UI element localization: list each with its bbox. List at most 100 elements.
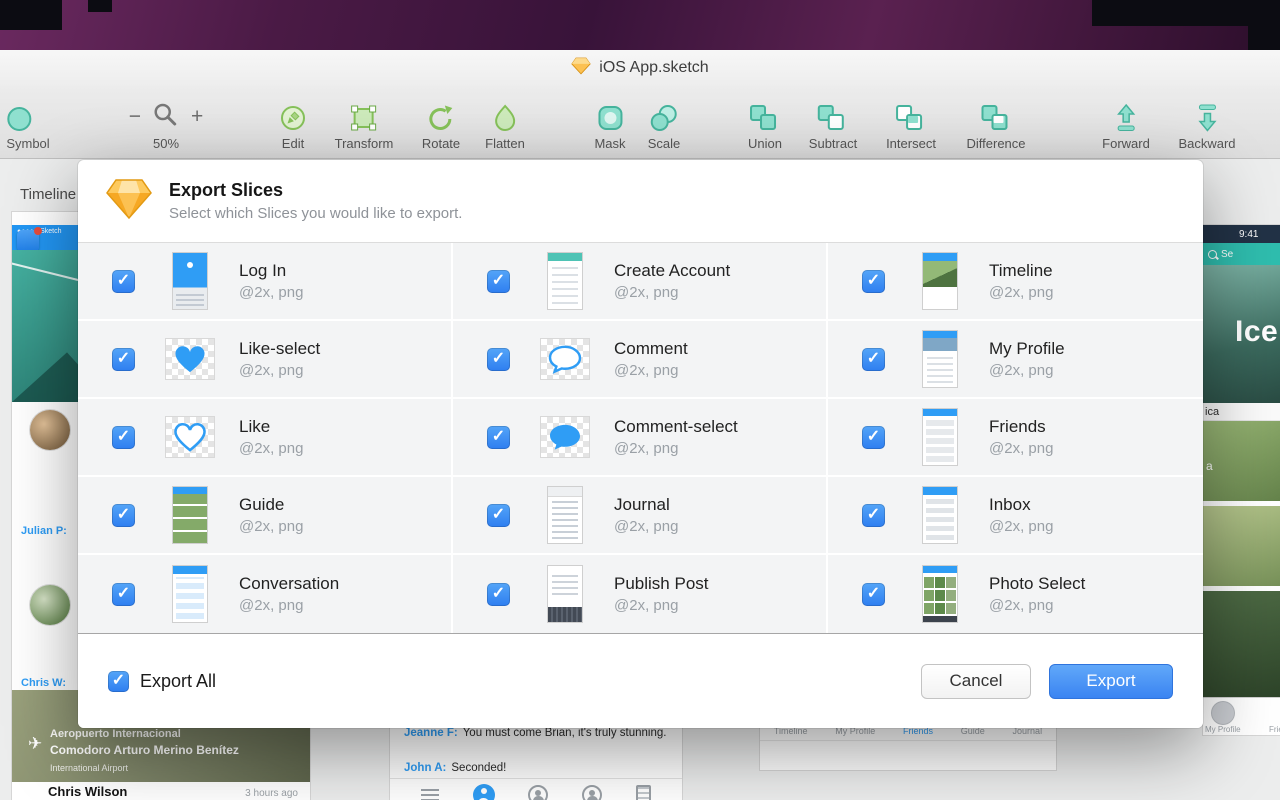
slice-checkbox[interactable] [862, 347, 885, 371]
slice-name: Log In [239, 261, 287, 280]
toolbar-forward-button[interactable]: Forward [1102, 97, 1150, 151]
menu-icon [420, 788, 439, 800]
heart-outline-thumbnail [161, 417, 219, 457]
slice-checkbox[interactable] [862, 582, 885, 606]
slice-cell-comment[interactable]: Comment @2x, png [453, 321, 828, 399]
toolbar-symbol-button[interactable]: Symbol [6, 97, 50, 151]
artboard-title-timeline[interactable]: Timeline [20, 186, 76, 203]
slice-cell-conversation[interactable]: Conversation @2x, png [78, 555, 453, 633]
mock-photo [1203, 591, 1280, 697]
slice-cell-comment-select[interactable]: Comment-select @2x, png [453, 399, 828, 477]
scale-icon [648, 97, 681, 133]
slice-checkbox[interactable] [487, 425, 510, 449]
export-all-toggle[interactable]: Export All [108, 670, 903, 692]
slice-cell-timeline[interactable]: Timeline @2x, png [828, 243, 1203, 321]
slice-meta: @2x, png [239, 518, 304, 535]
slice-checkbox[interactable] [112, 347, 135, 371]
mock-photo: a [1203, 421, 1280, 501]
export-all-label: Export All [140, 670, 217, 691]
slice-cell-publish-post[interactable]: Publish Post @2x, png [453, 555, 828, 633]
slice-name: Like [239, 417, 271, 436]
slice-checkbox[interactable] [112, 503, 135, 527]
toolbar-flatten-button[interactable]: Flatten [485, 97, 525, 151]
dialog-header: Export Slices Select which Slices you wo… [78, 160, 1203, 243]
slice-name: My Profile [989, 339, 1065, 358]
comment-outline-thumbnail [536, 339, 594, 379]
subtract-icon [809, 97, 857, 133]
toolbar-scale-button[interactable]: Scale [648, 97, 681, 151]
toolbar-subtract-button[interactable]: Subtract [809, 97, 857, 151]
slice-checkbox[interactable] [862, 269, 885, 293]
conversation-thumbnail [161, 566, 219, 622]
slice-cell-create-account[interactable]: Create Account @2x, png [453, 243, 828, 321]
my-profile-thumbnail [911, 331, 969, 387]
toolbar-backward-button[interactable]: Backward [1178, 97, 1236, 151]
slice-name: Comment-select [614, 417, 738, 436]
slice-cell-login[interactable]: Log In @2x, png [78, 243, 453, 321]
toolbar-rotate-button[interactable]: Rotate [422, 97, 460, 151]
slice-checkbox[interactable] [487, 582, 510, 606]
toolbar-transform-button[interactable]: Transform [335, 97, 394, 151]
slice-checkbox[interactable] [862, 503, 885, 527]
slice-meta: @2x, png [239, 597, 304, 614]
slice-checkbox[interactable] [487, 269, 510, 293]
slice-checkbox[interactable] [112, 269, 135, 293]
wallpaper-shape [1248, 26, 1280, 50]
zoom-in-button[interactable]: + [191, 106, 203, 127]
slice-name: Photo Select [989, 574, 1086, 593]
slice-name: Like-select [239, 339, 321, 358]
toolbar-union-button[interactable]: Union [748, 97, 782, 151]
publish-post-thumbnail [536, 566, 594, 622]
toolbar-mask-button[interactable]: Mask [594, 97, 626, 151]
export-slices-dialog: Export Slices Select which Slices you wo… [78, 160, 1203, 728]
airplane-icon: ✈ [28, 734, 43, 753]
slice-checkbox[interactable] [112, 582, 135, 606]
slice-name: Create Account [614, 261, 731, 280]
chat-message: John A: Seconded! [404, 762, 507, 774]
slice-checkbox[interactable] [487, 503, 510, 527]
toolbar-edit-button[interactable]: Edit [278, 97, 308, 151]
magnifier-icon[interactable] [153, 102, 179, 131]
mock-photo [1203, 506, 1280, 586]
artboard-iceland[interactable]: 9:41 Se Icel ica a My Profile Frien [1203, 225, 1280, 735]
feed-username: Julian P: [21, 525, 67, 537]
mock-searchbar: Se [1203, 243, 1280, 265]
feed-username: Chris W: [21, 677, 67, 689]
slice-name: Conversation [239, 574, 340, 593]
slice-cell-inbox[interactable]: Inbox @2x, png [828, 477, 1203, 555]
dialog-footer: Export All Cancel Export [78, 634, 1203, 728]
transform-icon [335, 97, 394, 133]
slice-meta: @2x, png [239, 284, 304, 301]
inbox-thumbnail [911, 487, 969, 543]
mock-tabbar: My Profile Frien [1203, 697, 1280, 735]
slice-checkbox[interactable] [862, 425, 885, 449]
slice-cell-like[interactable]: Like @2x, png [78, 399, 453, 477]
flatten-icon [485, 97, 525, 133]
slice-meta: @2x, png [989, 284, 1054, 301]
toolbar: Symbol − + 50% Edit Transform Rotate Fla… [0, 86, 1280, 159]
slice-cell-friends[interactable]: Friends @2x, png [828, 399, 1203, 477]
slice-cell-guide[interactable]: Guide @2x, png [78, 477, 453, 555]
avatar [30, 585, 70, 625]
friends-thumbnail [911, 409, 969, 465]
slices-grid: Log In @2x, png Create Account @2x, png Ti… [78, 243, 1203, 634]
toolbar-difference-button[interactable]: Difference [966, 97, 1026, 151]
slice-cell-my-profile[interactable]: My Profile @2x, png [828, 321, 1203, 399]
slice-checkbox[interactable] [112, 425, 135, 449]
zoom-out-button[interactable]: − [129, 106, 141, 127]
slice-cell-photo-select[interactable]: Photo Select @2x, png [828, 555, 1203, 633]
export-all-checkbox[interactable] [108, 670, 129, 692]
wallpaper-shape [1092, 0, 1280, 26]
slice-cell-like-select[interactable]: Like-select @2x, png [78, 321, 453, 399]
toolbar-intersect-button[interactable]: Intersect [886, 97, 936, 151]
cancel-button[interactable]: Cancel [921, 663, 1031, 699]
create-account-thumbnail [536, 253, 594, 309]
union-icon [748, 97, 782, 133]
search-icon [1208, 249, 1217, 259]
slice-checkbox[interactable] [487, 347, 510, 371]
export-button[interactable]: Export [1049, 663, 1173, 699]
slice-cell-journal[interactable]: Journal @2x, png [453, 477, 828, 555]
rotate-icon [422, 97, 460, 133]
slice-name: Publish Post [614, 574, 709, 593]
heart-solid-thumbnail [161, 339, 219, 379]
